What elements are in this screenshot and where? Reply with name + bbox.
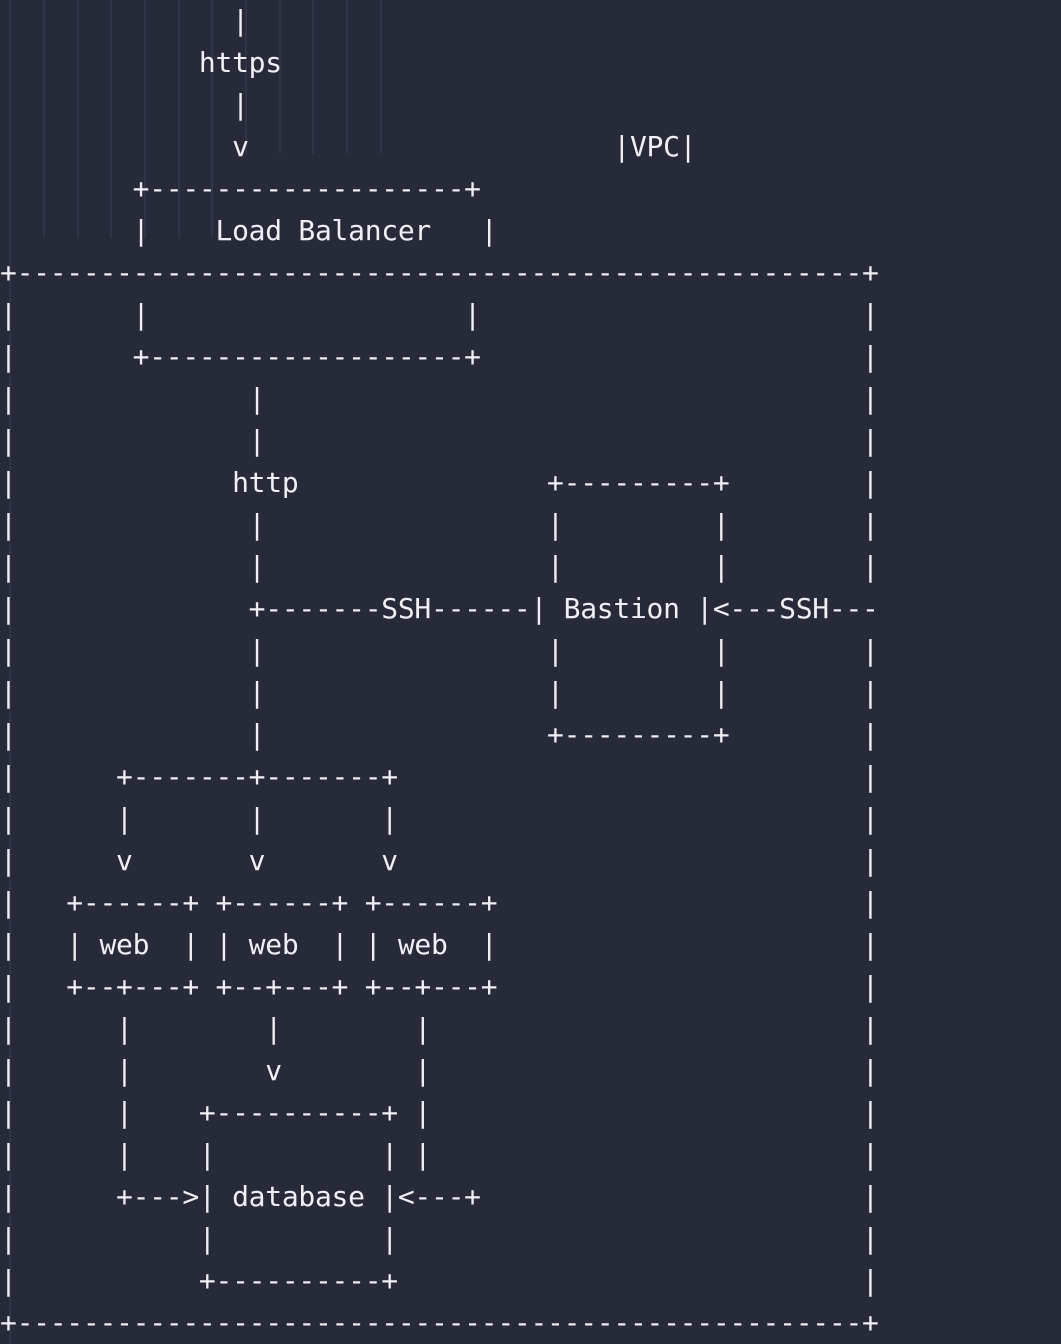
https-arrow-top: | bbox=[0, 4, 249, 37]
diagram-line-18: | +-------+-------+ | bbox=[0, 760, 879, 793]
diagram-line-9: | | | bbox=[0, 382, 879, 415]
vpc-label-row: v |VPC| bbox=[0, 130, 697, 163]
diagram-line-2: | bbox=[0, 88, 249, 121]
vpc-border-top: +---------------------------------------… bbox=[0, 256, 879, 289]
diagram-line-21: | +------+ +------+ +------+ | bbox=[0, 886, 879, 919]
diagram-line-8: | +-------------------+ | bbox=[0, 340, 879, 373]
diagram-line-12: | | | | | bbox=[0, 508, 879, 541]
diagram-line-25: | | v | | bbox=[0, 1054, 879, 1087]
bastion-label-row: | +-------SSH------| Bastion |<---SSH--- bbox=[0, 592, 879, 625]
diagram-line-20: | v v v | bbox=[0, 844, 879, 877]
diagram-line-16: | | | | | bbox=[0, 676, 879, 709]
diagram-line-27: | | | | | | bbox=[0, 1138, 879, 1171]
diagram-line-13: | | | | | bbox=[0, 550, 879, 583]
vpc-border-bottom: +---------------------------------------… bbox=[0, 1306, 879, 1339]
database-label-row: | +--->| database |<---+ | bbox=[0, 1180, 879, 1213]
diagram-line-4: +-------------------+ bbox=[0, 172, 481, 205]
diagram-line-26: | | +----------+ | | bbox=[0, 1096, 879, 1129]
vpc-architecture-diagram: | https | v |VPC| +-------------------+ … bbox=[0, 0, 1061, 1344]
diagram-line-17: | | +---------+ | bbox=[0, 718, 879, 751]
web-servers-label-row: | | web | | web | | web | | bbox=[0, 928, 879, 961]
https-label: https bbox=[0, 46, 282, 79]
diagram-line-30: | +----------+ | bbox=[0, 1264, 879, 1297]
ascii-diagram: | https | v |VPC| +-------------------+ … bbox=[0, 0, 879, 1344]
diagram-line-15: | | | | | bbox=[0, 634, 879, 667]
diagram-line-29: | | | | bbox=[0, 1222, 879, 1255]
diagram-line-23: | +--+---+ +--+---+ +--+---+ | bbox=[0, 970, 879, 1003]
diagram-line-10: | | | bbox=[0, 424, 879, 457]
http-label-row: | http +---------+ | bbox=[0, 466, 879, 499]
load-balancer-label-row: | Load Balancer | bbox=[0, 214, 498, 247]
diagram-line-19: | | | | | bbox=[0, 802, 879, 835]
diagram-line-7: | | | | bbox=[0, 298, 879, 331]
diagram-line-24: | | | | | bbox=[0, 1012, 879, 1045]
